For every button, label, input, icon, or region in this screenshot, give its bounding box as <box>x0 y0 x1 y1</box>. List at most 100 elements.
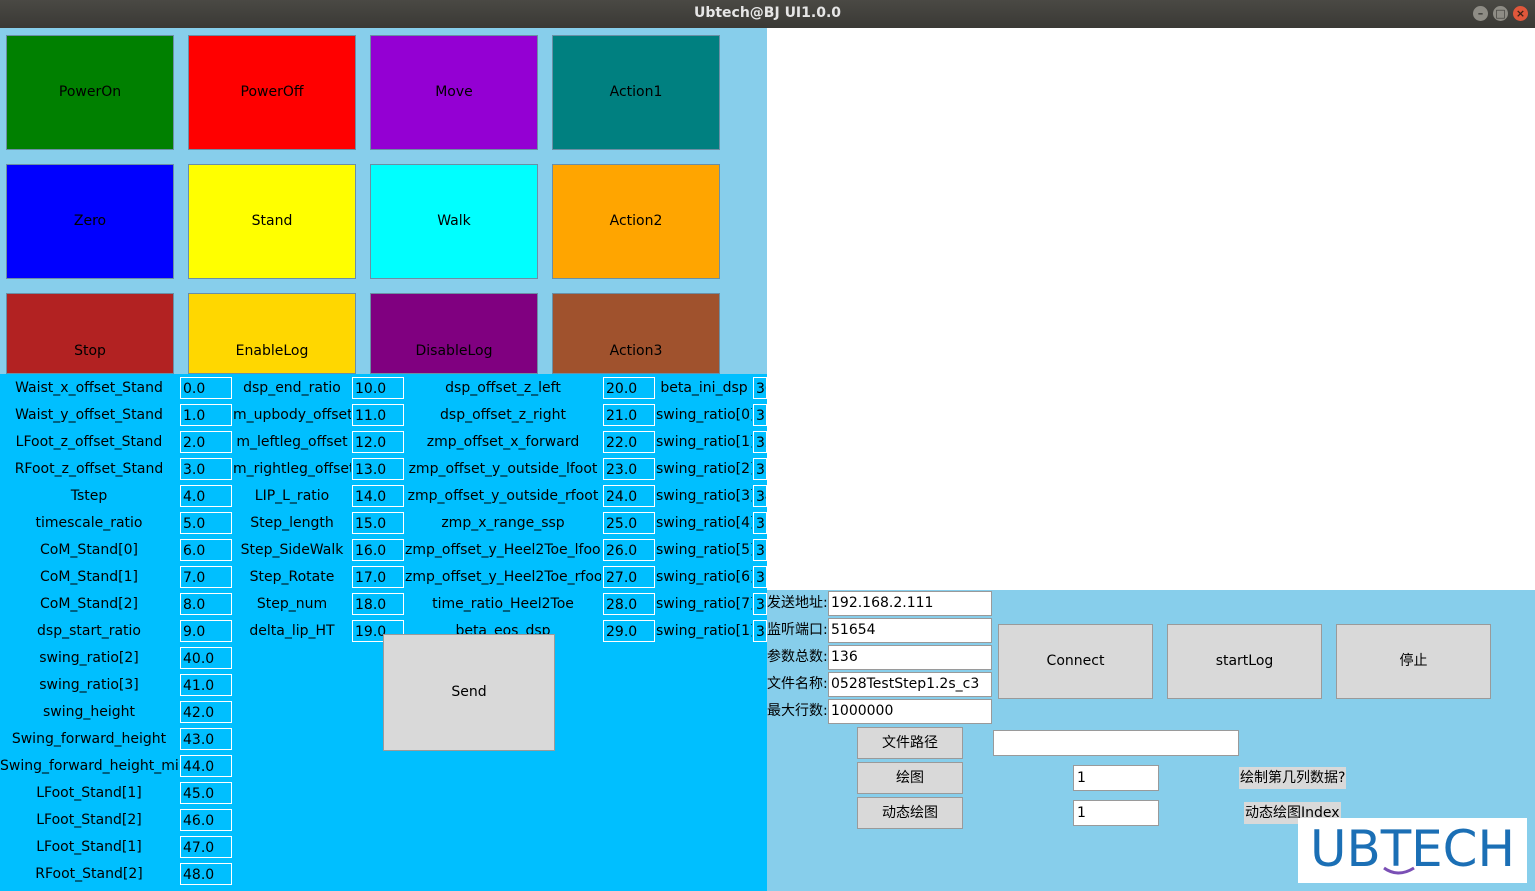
param-value-input[interactable]: 13.0 <box>352 458 404 480</box>
param-value-input[interactable]: 7.0 <box>180 566 232 588</box>
param-label: m_upbody_offset <box>233 407 351 423</box>
maximize-icon[interactable]: □ <box>1493 6 1508 21</box>
param-label: swing_ratio[3] <box>656 488 752 504</box>
param-label: CoM_Stand[0] <box>40 542 138 558</box>
poweron-button[interactable]: PowerOn <box>6 35 174 150</box>
max-rows-input[interactable]: 1000000 <box>828 699 992 724</box>
param-value-input[interactable]: 16.0 <box>352 539 404 561</box>
listen-port-label: 监听端口: <box>767 622 828 638</box>
listen-port-input[interactable]: 51654 <box>828 618 992 643</box>
param-value-input[interactable]: 18.0 <box>352 593 404 615</box>
param-value-input[interactable]: 1.0 <box>180 404 232 426</box>
param-label: RFoot_z_offset_Stand <box>14 461 164 477</box>
stop-button[interactable]: 停止 <box>1336 624 1491 699</box>
param-value-input[interactable]: 45.0 <box>180 782 232 804</box>
param-value-input[interactable]: 34 <box>753 485 767 507</box>
param-value-input[interactable]: 38 <box>753 593 767 615</box>
send-address-input[interactable]: 192.168.2.111 <box>828 591 992 616</box>
file-name-input[interactable]: 0528TestStep1.2s_c3 <box>828 672 992 697</box>
param-value-input[interactable]: 17.0 <box>352 566 404 588</box>
param-label: zmp_x_range_ssp <box>441 515 565 531</box>
param-value-input[interactable]: 10.0 <box>352 377 404 399</box>
close-icon[interactable]: × <box>1513 6 1528 21</box>
param-label: dsp_offset_z_left <box>445 380 561 396</box>
stand-button[interactable]: Stand <box>188 164 356 279</box>
param-value-input[interactable]: 48.0 <box>180 863 232 885</box>
stop-button[interactable]: Stop <box>6 293 174 374</box>
param-value-input[interactable]: 23.0 <box>603 458 655 480</box>
window-titlebar: Ubtech@BJ UI1.0.0 – □ × <box>0 0 1535 28</box>
dynamic-plot-button[interactable]: 动态绘图 <box>857 797 963 829</box>
param-label: CoM_Stand[1] <box>40 569 138 585</box>
param-label: LFoot_Stand[1] <box>36 839 142 855</box>
param-value-input[interactable]: 35 <box>753 512 767 534</box>
enablelog-button[interactable]: EnableLog <box>188 293 356 374</box>
param-value-input[interactable]: 31 <box>753 404 767 426</box>
action1-button[interactable]: Action1 <box>552 35 720 150</box>
param-label: Step_Rotate <box>249 569 335 585</box>
param-value-input[interactable]: 2.0 <box>180 431 232 453</box>
max-rows-label: 最大行数: <box>767 703 828 719</box>
plot-button[interactable]: 绘图 <box>857 762 963 794</box>
param-value-input[interactable]: 24.0 <box>603 485 655 507</box>
param-value-input[interactable]: 46.0 <box>180 809 232 831</box>
param-value-input[interactable]: 28.0 <box>603 593 655 615</box>
param-value-input[interactable]: 42.0 <box>180 701 232 723</box>
param-label: dsp_start_ratio <box>37 623 141 639</box>
minimize-icon[interactable]: – <box>1473 6 1488 21</box>
param-label: Step_length <box>250 515 334 531</box>
param-value-input[interactable]: 47.0 <box>180 836 232 858</box>
send-button[interactable]: Send <box>383 634 555 751</box>
disablelog-button[interactable]: DisableLog <box>370 293 538 374</box>
param-value-input[interactable]: 27.0 <box>603 566 655 588</box>
start-log-button[interactable]: startLog <box>1167 624 1322 699</box>
param-value-input[interactable]: 9.0 <box>180 620 232 642</box>
param-value-input[interactable]: 8.0 <box>180 593 232 615</box>
zero-button[interactable]: Zero <box>6 164 174 279</box>
param-label: swing_ratio[1] <box>656 434 752 450</box>
param-value-input[interactable]: 15.0 <box>352 512 404 534</box>
param-value-input[interactable]: 36 <box>753 539 767 561</box>
param-value-input[interactable]: 12.0 <box>352 431 404 453</box>
move-button[interactable]: Move <box>370 35 538 150</box>
dynamic-index-input[interactable]: 1 <box>1073 800 1159 826</box>
param-value-input[interactable]: 0.0 <box>180 377 232 399</box>
param-value-input[interactable]: 6.0 <box>180 539 232 561</box>
action3-button[interactable]: Action3 <box>552 293 720 374</box>
param-value-input[interactable]: 25.0 <box>603 512 655 534</box>
plot-column-input[interactable]: 1 <box>1073 765 1159 791</box>
param-count-input[interactable]: 136 <box>828 645 992 670</box>
param-label: LFoot_Stand[2] <box>36 812 142 828</box>
file-path-input[interactable] <box>993 730 1239 756</box>
file-name-label: 文件名称: <box>767 676 828 692</box>
param-label: Swing_forward_height_min <box>0 758 178 774</box>
param-label: dsp_end_ratio <box>243 380 341 396</box>
param-value-input[interactable]: 40.0 <box>180 647 232 669</box>
param-value-input[interactable]: 39 <box>753 620 767 642</box>
param-value-input[interactable]: 33 <box>753 458 767 480</box>
param-value-input[interactable]: 21.0 <box>603 404 655 426</box>
poweroff-button[interactable]: PowerOff <box>188 35 356 150</box>
connect-button[interactable]: Connect <box>998 624 1153 699</box>
param-value-input[interactable]: 22.0 <box>603 431 655 453</box>
param-value-input[interactable]: 20.0 <box>603 377 655 399</box>
file-path-button[interactable]: 文件路径 <box>857 727 963 759</box>
param-value-input[interactable]: 30 <box>753 377 767 399</box>
param-value-input[interactable]: 44.0 <box>180 755 232 777</box>
param-label: swing_ratio[4] <box>656 515 752 531</box>
param-value-input[interactable]: 41.0 <box>180 674 232 696</box>
param-value-input[interactable]: 43.0 <box>180 728 232 750</box>
param-value-input[interactable]: 37 <box>753 566 767 588</box>
param-label: timescale_ratio <box>35 515 143 531</box>
param-value-input[interactable]: 29.0 <box>603 620 655 642</box>
action2-button[interactable]: Action2 <box>552 164 720 279</box>
param-label: zmp_offset_y_outside_rfoot <box>407 488 599 504</box>
param-value-input[interactable]: 14.0 <box>352 485 404 507</box>
param-value-input[interactable]: 11.0 <box>352 404 404 426</box>
param-value-input[interactable]: 32 <box>753 431 767 453</box>
param-value-input[interactable]: 4.0 <box>180 485 232 507</box>
walk-button[interactable]: Walk <box>370 164 538 279</box>
param-value-input[interactable]: 3.0 <box>180 458 232 480</box>
param-value-input[interactable]: 5.0 <box>180 512 232 534</box>
param-value-input[interactable]: 26.0 <box>603 539 655 561</box>
